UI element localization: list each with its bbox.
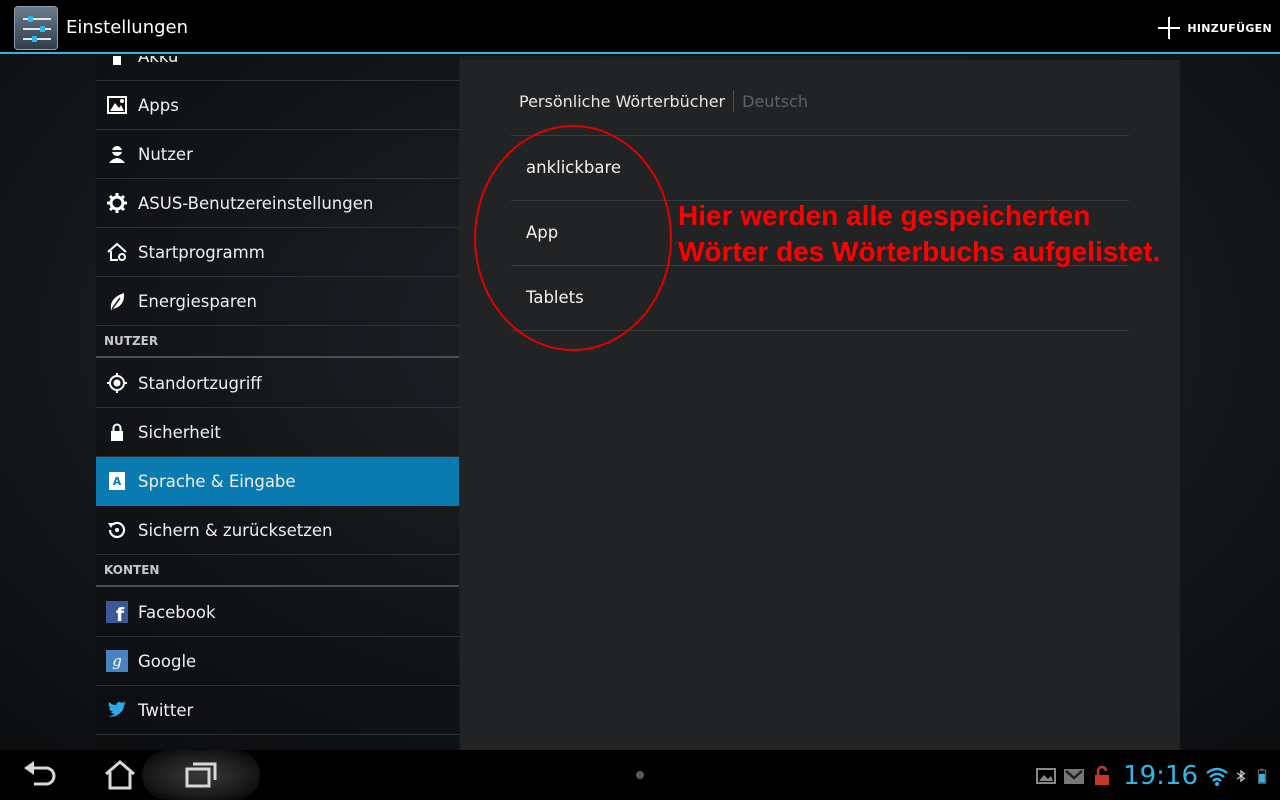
settings-list[interactable]: Akku Apps Nutzer ASUS-Benutzereinstellun… — [96, 56, 459, 750]
user-icon — [96, 130, 138, 179]
sidebar-item-label: Startprogramm — [138, 242, 265, 262]
language-icon: A — [96, 457, 138, 506]
sidebar-item-akku[interactable]: Akku — [96, 56, 459, 81]
sidebar-item-label: Apps — [138, 95, 179, 115]
battery-icon — [96, 56, 138, 81]
sidebar-item-label: ASUS-Benutzereinstellungen — [138, 193, 374, 213]
status-area[interactable]: 19:16 — [1035, 760, 1270, 792]
backup-icon — [96, 506, 138, 555]
sidebar-item-sicherheit[interactable]: Sicherheit — [96, 408, 459, 457]
gear-icon — [96, 179, 138, 228]
plus-icon — [1158, 17, 1181, 39]
sidebar-item-standortzugriff[interactable]: Standortzugriff — [96, 359, 459, 408]
sidebar-item-label: Energiesparen — [138, 291, 257, 311]
gmail-icon — [1064, 769, 1085, 784]
sidebar-item-label: Standortzugriff — [138, 373, 262, 393]
wifi-icon — [1206, 767, 1228, 786]
home-icon — [105, 760, 135, 790]
sidebar-item-energiesparen[interactable]: Energiesparen — [96, 277, 459, 326]
sidebar-item-nutzer[interactable]: Nutzer — [96, 130, 459, 179]
facebook-icon: f — [96, 588, 138, 637]
sidebar-item-asus[interactable]: ASUS-Benutzereinstellungen — [96, 179, 459, 228]
annotation-line-1: Hier werden alle gespeicherten — [678, 200, 1091, 231]
back-icon — [24, 761, 56, 786]
leaf-icon — [96, 277, 138, 326]
back-button[interactable] — [20, 758, 60, 792]
section-header-konten: KONTEN — [96, 555, 459, 587]
breadcrumb-separator — [733, 90, 735, 112]
breadcrumb: Persönliche Wörterbücher Deutsch — [519, 90, 808, 112]
breadcrumb-language: Deutsch — [742, 91, 808, 111]
apps-icon — [96, 81, 138, 130]
sidebar-item-label: Sicherheit — [138, 422, 221, 442]
annotation-text: Hier werden alle gespeicherten Wörter de… — [678, 198, 1268, 270]
settings-app-icon[interactable] — [14, 6, 58, 50]
home-button[interactable] — [100, 758, 140, 792]
bluetooth-icon — [1236, 769, 1246, 783]
svg-text:g: g — [112, 652, 122, 670]
google-icon: g — [96, 637, 138, 686]
home-gear-icon — [96, 228, 138, 277]
recent-apps-button[interactable] — [181, 758, 221, 792]
svg-text:A: A — [113, 475, 122, 488]
sidebar-item-label: Twitter — [138, 700, 194, 720]
sidebar-item-startprogramm[interactable]: Startprogramm — [96, 228, 459, 277]
recent-apps-icon — [185, 762, 217, 788]
annotation-ellipse — [474, 125, 672, 351]
sidebar-item-sprache-eingabe[interactable]: A Sprache & Eingabe — [96, 457, 459, 506]
add-button-label: HINZUFÜGEN — [1187, 21, 1272, 35]
annotation-line-2: Wörter des Wörterbuchs aufgelistet. — [678, 236, 1161, 267]
clock: 19:16 — [1123, 761, 1198, 791]
battery-status-icon — [1257, 768, 1267, 784]
sidebar-item-label: Nutzer — [138, 144, 193, 164]
add-button[interactable]: HINZUFÜGEN — [1157, 14, 1272, 42]
section-header-nutzer: NUTZER — [96, 326, 459, 358]
sidebar-item-label: Facebook — [138, 602, 216, 622]
sidebar-item-apps[interactable]: Apps — [96, 81, 459, 130]
sidebar-item-label: Sichern & zurücksetzen — [138, 520, 333, 540]
svg-text:f: f — [116, 604, 125, 623]
page-indicator-dot — [636, 771, 644, 779]
unlock-icon — [1095, 765, 1110, 785]
lock-icon — [96, 408, 138, 457]
twitter-icon — [96, 686, 138, 735]
sidebar-item-label: Google — [138, 651, 197, 671]
sidebar-item-google[interactable]: g Google — [96, 637, 459, 686]
breadcrumb-title[interactable]: Persönliche Wörterbücher — [519, 92, 725, 111]
sidebar-item-label: Sprache & Eingabe — [138, 471, 296, 491]
action-bar: Einstellungen HINZUFÜGEN — [0, 0, 1280, 54]
app-title: Einstellungen — [66, 17, 189, 38]
sidebar-item-twitter[interactable]: Twitter — [96, 686, 459, 735]
sidebar-item-label: Akku — [138, 56, 179, 66]
gallery-notification-icon — [1036, 768, 1057, 784]
location-icon — [96, 359, 138, 408]
sidebar-item-sichern[interactable]: Sichern & zurücksetzen — [96, 506, 459, 555]
sidebar-item-facebook[interactable]: f Facebook — [96, 588, 459, 637]
